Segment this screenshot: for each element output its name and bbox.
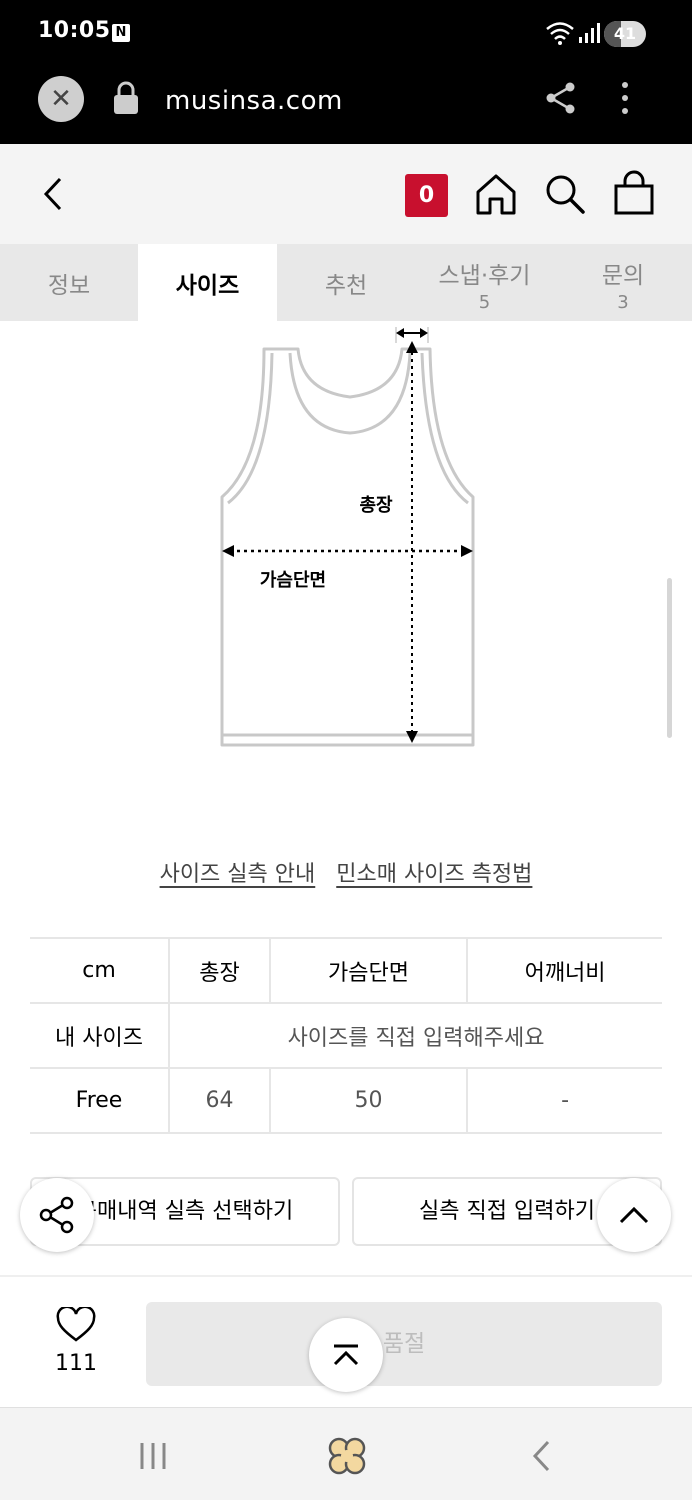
close-tab-button[interactable]: ✕: [38, 76, 84, 122]
tab-label: 스냅·후기: [438, 263, 531, 289]
chevron-up-bar-icon: [333, 1344, 359, 1366]
table-header-cell: 어깨너비: [466, 937, 662, 1004]
table-row: Free 64 50 -: [30, 1067, 662, 1134]
notification-icon: N: [112, 24, 130, 42]
back-arrow-icon[interactable]: [38, 174, 68, 214]
size-guide-link[interactable]: 사이즈 실측 안내: [160, 862, 316, 887]
share-icon: [39, 1196, 74, 1234]
table-header-row: cm 총장 가슴단면 어깨너비: [30, 937, 662, 1004]
battery-icon: 41: [604, 21, 646, 47]
size-table: cm 총장 가슴단면 어깨너비 내 사이즈 사이즈를 직접 입력해주세요 Fre…: [30, 937, 662, 1134]
size-guide-links: 사이즈 실측 안내 민소매 사이즈 측정법: [0, 856, 692, 888]
length-label: 총장: [359, 495, 393, 516]
tab-recommend[interactable]: 추천: [277, 244, 415, 321]
shopping-bag-icon[interactable]: [612, 170, 656, 216]
tab-label: 문의: [601, 263, 645, 289]
my-size-row[interactable]: 내 사이즈 사이즈를 직접 입력해주세요: [30, 1002, 662, 1069]
browser-url-bar: ✕ musinsa.com: [0, 62, 692, 144]
system-navigation-bar: [0, 1407, 692, 1500]
app-header: 0: [0, 144, 692, 244]
heart-icon: [56, 1305, 96, 1342]
tab-label: 정보: [47, 273, 91, 299]
measure-method-link[interactable]: 민소매 사이즈 측정법: [336, 862, 532, 887]
home-flower-icon[interactable]: [326, 1437, 368, 1475]
tab-count: 5: [478, 292, 491, 313]
my-size-input-prompt[interactable]: 사이즈를 직접 입력해주세요: [168, 1002, 662, 1069]
scroll-to-top-button[interactable]: [597, 1178, 671, 1252]
home-icon[interactable]: [474, 172, 518, 216]
size-diagram: 총장 가슴단면: [200, 321, 500, 761]
lock-icon: [114, 81, 138, 114]
like-count: 111: [55, 1351, 97, 1376]
recent-apps-icon[interactable]: [138, 1441, 168, 1471]
collapse-toggle-button[interactable]: [309, 1318, 383, 1392]
battery-level: 41: [613, 24, 637, 43]
wifi-icon: [546, 22, 574, 45]
manual-size-input-label: 실측 직접 입력하기: [419, 1199, 595, 1224]
url-text[interactable]: musinsa.com: [165, 86, 343, 116]
tab-info[interactable]: 정보: [0, 244, 138, 321]
chest-value-cell: 50: [268, 1067, 468, 1134]
table-header-cell: cm: [30, 937, 169, 1004]
tank-top-illustration: 총장 가슴단면: [220, 327, 475, 747]
tab-inquiry[interactable]: 문의 3: [554, 244, 692, 321]
tab-count: 3: [617, 292, 629, 313]
system-back-icon[interactable]: [530, 1439, 554, 1473]
shoulder-value-cell: -: [466, 1067, 662, 1134]
product-tabs: 정보 사이즈 추천 스냅·후기 5 문의 3: [0, 244, 692, 321]
cart-count-badge[interactable]: 0: [405, 174, 448, 217]
status-time: 10:05: [38, 18, 111, 43]
status-bar: 10:05 N 41: [0, 0, 692, 62]
length-value-cell: 64: [168, 1067, 270, 1134]
share-icon[interactable]: [545, 81, 577, 115]
floating-share-button[interactable]: [20, 1178, 94, 1252]
tab-label: 추천: [324, 273, 368, 299]
scroll-indicator[interactable]: [667, 578, 672, 738]
purchase-history-size-label: 구매내역 실측 선택하기: [76, 1199, 294, 1224]
chevron-up-icon: [619, 1206, 649, 1224]
sold-out-label: 품절: [382, 1331, 426, 1357]
my-size-label: 내 사이즈: [30, 1002, 169, 1069]
like-button[interactable]: 111: [40, 1305, 112, 1376]
tab-snap-review[interactable]: 스냅·후기 5: [415, 244, 554, 321]
tab-label: 사이즈: [175, 273, 240, 299]
tab-size[interactable]: 사이즈: [138, 244, 277, 321]
search-icon[interactable]: [543, 172, 587, 216]
size-name-cell: Free: [30, 1067, 169, 1134]
more-options-icon[interactable]: [618, 80, 632, 116]
table-header-cell: 총장: [168, 937, 270, 1004]
sold-out-button[interactable]: 품절: [146, 1302, 662, 1386]
signal-icon: [579, 23, 600, 43]
table-header-cell: 가슴단면: [268, 937, 468, 1004]
chest-label: 가슴단면: [260, 570, 326, 591]
